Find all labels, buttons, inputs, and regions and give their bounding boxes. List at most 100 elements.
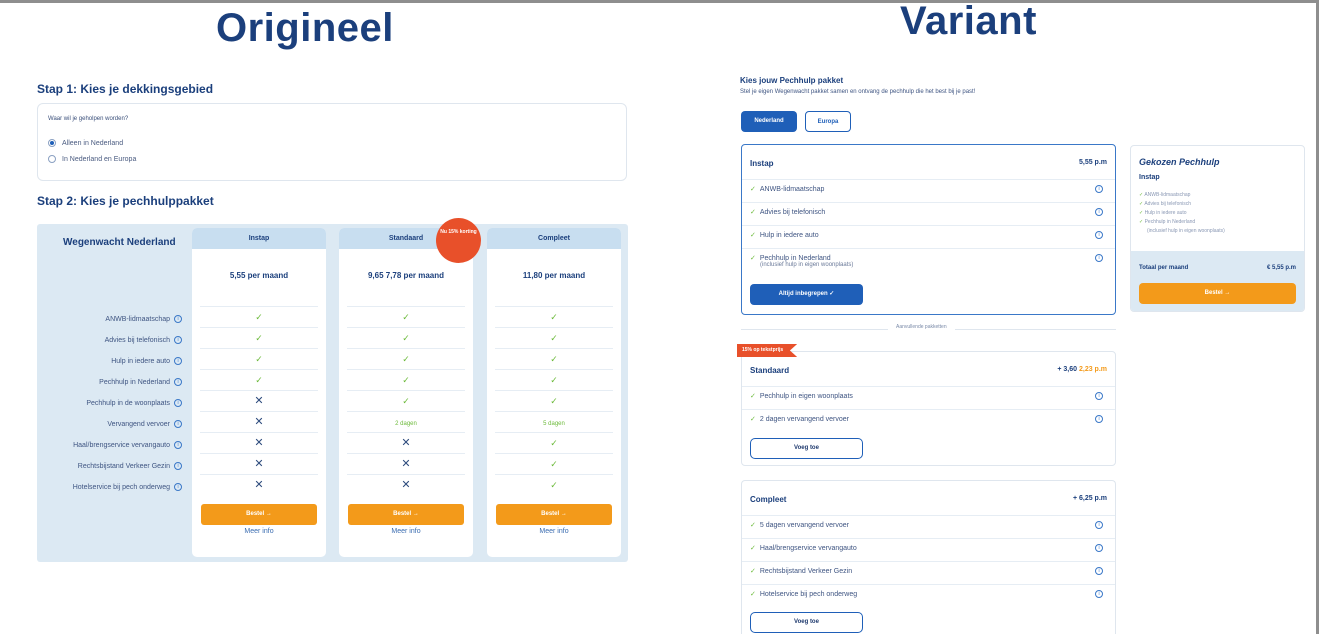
radio-selected-icon[interactable] <box>48 139 56 147</box>
info-icon[interactable]: i <box>174 483 182 491</box>
feature-row: ✓ Pechhulp in Nederland i (inclusief hulp i… <box>750 254 1107 268</box>
add-compleet-button[interactable]: Voeg toe <box>750 612 863 633</box>
check-icon: ✓ <box>495 369 613 390</box>
feature-label: Hotelservice bij pech onderweg i <box>73 483 182 491</box>
summary-feature: ✓ Pechhulp in Nederland <box>1139 219 1196 225</box>
add-standaard-button[interactable]: Voeg toe <box>750 438 863 459</box>
order-button[interactable]: Bestel → <box>1139 283 1296 304</box>
check-icon: ✓ <box>200 306 318 327</box>
info-icon[interactable]: i <box>1095 590 1103 598</box>
feature-label: ANWB-lidmaatschap i <box>105 315 182 323</box>
brand-label: Wegenwacht Nederland <box>63 237 176 248</box>
check-icon: ✓ <box>495 474 613 495</box>
info-icon[interactable]: i <box>1095 185 1103 193</box>
feature-row: ✓ Hotelservice bij pech onderweg i <box>750 590 1107 598</box>
summary-plan: Instap <box>1139 174 1160 181</box>
check-icon: ✓ <box>200 348 318 369</box>
check-icon: ✓ <box>750 255 756 262</box>
radio-label: In Nederland en Europa <box>62 155 137 163</box>
comparison-page: Origineel Variant Stap 1: Kies je dekkin… <box>0 0 1319 634</box>
cross-icon: ✕ <box>347 453 465 474</box>
card-compleet[interactable]: Compleet + 6,25 p.m ✓ 5 dagen vervangend … <box>741 480 1116 634</box>
card-price: + 3,60 2,23 p.m <box>1057 366 1107 373</box>
order-button[interactable]: Bestel → <box>348 504 464 525</box>
check-icon: ✓ <box>1139 192 1144 198</box>
info-icon[interactable]: i <box>174 420 182 428</box>
check-icon: ✓ <box>347 348 465 369</box>
more-info-link[interactable]: Meer info <box>192 528 326 535</box>
plan-column-instap: Instap 5,55 per maand ✓ ✓ ✓ ✓ ✕ ✕ ✕ ✕ ✕ Bestel → Mee… <box>192 228 326 557</box>
order-button[interactable]: Bestel → <box>201 504 317 525</box>
step1-title: Stap 1: Kies je dekkingsgebied <box>37 82 214 96</box>
order-button[interactable]: Bestel → <box>496 504 612 525</box>
info-icon[interactable]: i <box>174 315 182 323</box>
radio-unselected-icon[interactable] <box>48 155 56 163</box>
check-icon: ✓ <box>347 306 465 327</box>
tab-nederland[interactable]: Nederland <box>741 111 797 132</box>
info-icon[interactable]: i <box>1095 208 1103 216</box>
feature-row: ✓ ANWB-lidmaatschap i <box>750 185 1107 193</box>
info-icon[interactable]: i <box>174 357 182 365</box>
check-icon: ✓ <box>1139 219 1144 225</box>
plan-column-standaard: Standaard 9,65 7,78 per maand ✓ ✓ ✓ ✓ ✓ 2 dagen… <box>339 228 473 557</box>
card-title: Instap <box>750 159 774 168</box>
feature-row: ✓ 5 dagen vervangend vervoer i <box>750 521 1107 529</box>
check-icon: ✓ <box>347 369 465 390</box>
cross-icon: ✕ <box>347 432 465 453</box>
info-icon[interactable]: i <box>174 399 182 407</box>
info-icon[interactable]: i <box>1095 415 1103 423</box>
feature-row: ✓ Haal/brengservice vervangauto i <box>750 544 1107 552</box>
info-icon[interactable]: i <box>174 378 182 386</box>
check-icon: ✓ <box>750 186 756 193</box>
info-icon[interactable]: i <box>1095 392 1103 400</box>
info-icon[interactable]: i <box>174 336 182 344</box>
card-title: Compleet <box>750 495 787 504</box>
plan-name: Compleet <box>487 228 621 249</box>
plan-price: 9,65 7,78 per maand <box>367 271 445 280</box>
summary-feature: ✓ Advies bij telefonisch <box>1139 201 1192 207</box>
feature-label: Advies bij telefonisch i <box>105 336 182 344</box>
check-icon: ✓ <box>750 393 756 400</box>
check-icon: ✓ <box>495 390 613 411</box>
info-icon[interactable]: i <box>174 441 182 449</box>
plan-price: 11,80 per maand <box>522 271 586 280</box>
more-info-link[interactable]: Meer info <box>487 528 621 535</box>
feature-row: ✓ Hulp in iedere auto i <box>750 231 1107 239</box>
summary-title: Gekozen Pechhulp <box>1139 157 1220 167</box>
card-price: + 6,25 p.m <box>1072 495 1107 502</box>
always-included-button[interactable]: Altijd inbegrepen ✓ <box>750 284 863 305</box>
check-icon: ✓ <box>750 568 756 575</box>
check-icon: ✓ <box>1139 201 1144 207</box>
info-icon[interactable]: i <box>174 462 182 470</box>
card-standaard[interactable]: Standaard + 3,60 2,23 p.m ✓ Pechhulp in e… <box>741 351 1116 466</box>
check-icon: ✓ <box>200 369 318 390</box>
info-icon[interactable]: i <box>1095 567 1103 575</box>
discount-flag: 15% op tekstprijs <box>737 344 798 357</box>
cross-icon: ✕ <box>200 453 318 474</box>
info-icon[interactable]: i <box>1095 231 1103 239</box>
info-icon[interactable]: i <box>1095 254 1103 262</box>
plan-column-compleet: Compleet 11,80 per maand ✓ ✓ ✓ ✓ ✓ 5 dagen ✓ ✓ ✓ Be… <box>487 228 621 557</box>
check-icon: ✓ <box>495 348 613 369</box>
feature-row: ✓ Rechtsbijstand Verkeer Gezin i <box>750 567 1107 575</box>
radio-europe[interactable]: In Nederland en Europa <box>48 155 136 163</box>
check-icon: ✓ <box>750 416 756 423</box>
check-icon: ✓ <box>347 327 465 348</box>
more-info-link[interactable]: Meer info <box>339 528 473 535</box>
card-title: Standaard <box>750 366 790 375</box>
check-icon: ✓ <box>750 522 756 529</box>
radio-netherlands[interactable]: Alleen in Nederland <box>48 139 123 147</box>
variant-heading: Kies jouw Pechhulp pakket <box>740 76 844 85</box>
info-icon[interactable]: i <box>1095 521 1103 529</box>
variant-subtitle: Stel je eigen Wegenwacht pakket samen en… <box>740 89 976 95</box>
feature-label: Hulp in iedere auto i <box>111 357 182 365</box>
info-icon[interactable]: i <box>1095 544 1103 552</box>
feature-label: Haal/brengservice vervangauto i <box>73 441 182 449</box>
card-instap[interactable]: Instap 5,55 p.m ✓ ANWB-lidmaatschap i ✓ Adv… <box>741 144 1116 315</box>
check-icon: ✓ <box>347 390 465 411</box>
tab-europa[interactable]: Europa <box>805 111 851 132</box>
total-value: € 5,55 p.m <box>1266 265 1296 271</box>
check-icon: ✓ <box>750 591 756 598</box>
radio-label: Alleen in Nederland <box>62 139 124 147</box>
summary-footer: Totaal per maand € 5,55 p.m Bestel → <box>1131 251 1304 311</box>
